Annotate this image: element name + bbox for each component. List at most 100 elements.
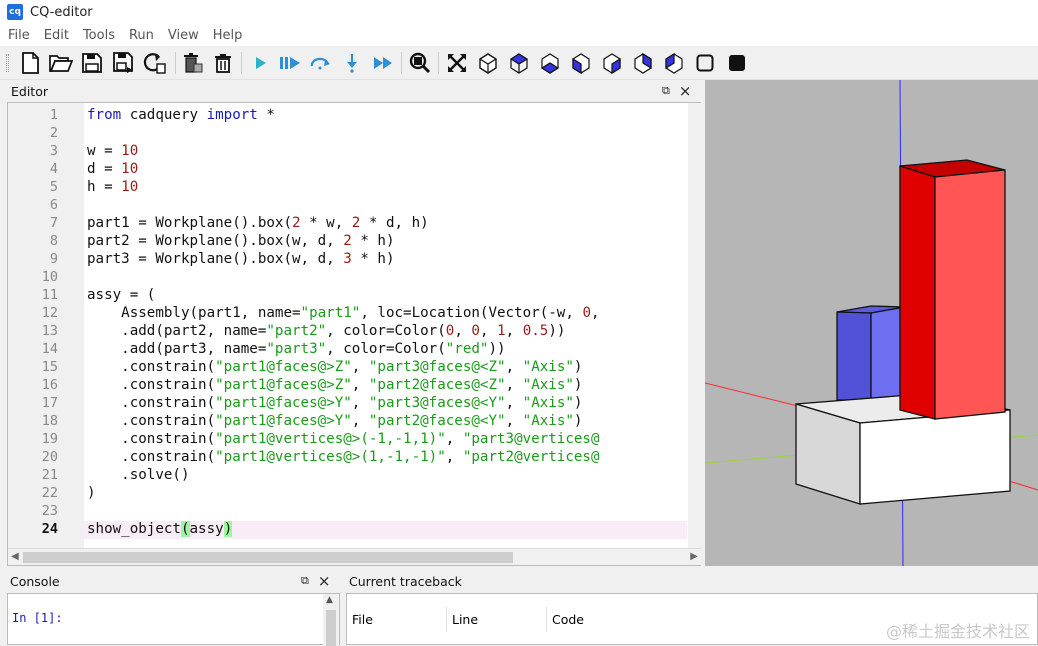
code-editor[interactable]: 1 2 3 4 5 6 7 8 9 10 11 12 13 14 15 16 17 18 19 20 21 22 23 24 … xyxy=(7,102,701,566)
menu-run[interactable]: Run xyxy=(124,28,163,43)
line-number-gutter: 1 2 3 4 5 6 7 8 9 10 11 12 13 14 15 16 17 18 19 20 21 22 23 24 xyxy=(8,103,84,548)
reload-button[interactable] xyxy=(142,51,168,75)
clear-button[interactable] xyxy=(180,51,206,75)
toolbar-separator xyxy=(241,52,242,74)
code-line[interactable]: ) xyxy=(87,484,96,502)
step-over-icon xyxy=(310,55,332,71)
code-line[interactable]: Assembly(part1, name="part1", loc=Locati… xyxy=(87,304,599,322)
continue-icon xyxy=(373,56,393,70)
new-file-icon xyxy=(20,52,40,74)
shaded-button[interactable] xyxy=(724,51,750,75)
save-button[interactable] xyxy=(79,51,105,75)
fit-all-button[interactable] xyxy=(444,51,470,75)
save-as-button[interactable] xyxy=(111,51,137,75)
left-view-button[interactable] xyxy=(630,51,656,75)
code-line[interactable]: w = 10 xyxy=(87,142,138,160)
code-line[interactable]: show_object(assy) xyxy=(87,520,233,538)
continue-button[interactable] xyxy=(370,51,396,75)
code-line[interactable]: part1 = Workplane().box(2 * w, 2 * d, h) xyxy=(87,214,429,232)
scrollbar-thumb[interactable] xyxy=(23,552,513,563)
run-button[interactable] xyxy=(247,51,273,75)
iso-view-button[interactable] xyxy=(475,51,501,75)
code-line[interactable]: .constrain("part1@vertices@>(1,-1,-1)", … xyxy=(87,448,599,466)
step-over-button[interactable] xyxy=(308,51,334,75)
bottom-view-button[interactable] xyxy=(537,51,563,75)
zoom-fit-icon xyxy=(409,52,431,74)
console-panel[interactable]: In [1]: ▲ xyxy=(7,593,340,646)
scrollbar-thumb[interactable] xyxy=(690,103,699,548)
console-title: Console xyxy=(10,573,60,589)
debug-button[interactable] xyxy=(277,51,303,75)
code-line[interactable]: assy = ( xyxy=(87,286,155,304)
menu-tools[interactable]: Tools xyxy=(78,28,124,43)
open-folder-icon xyxy=(49,53,73,73)
back-view-icon xyxy=(601,52,623,74)
step-in-icon xyxy=(344,53,360,73)
wireframe-button[interactable] xyxy=(692,51,718,75)
right-view-button[interactable] xyxy=(661,51,687,75)
line-number: 7 xyxy=(49,215,58,231)
line-number: 11 xyxy=(41,287,58,303)
float-icon[interactable]: ⧉ xyxy=(662,84,670,98)
line-number: 4 xyxy=(49,161,58,177)
front-view-button[interactable] xyxy=(568,51,594,75)
debug-icon xyxy=(279,55,301,71)
code-line[interactable]: .constrain("part1@faces@>Y", "part3@face… xyxy=(87,394,582,412)
step-in-button[interactable] xyxy=(339,51,365,75)
menu-help[interactable]: Help xyxy=(208,28,252,43)
code-line[interactable]: .constrain("part1@faces@>Y", "part2@face… xyxy=(87,412,582,430)
vertical-scrollbar[interactable]: ▲ xyxy=(323,594,339,646)
vertical-scrollbar[interactable] xyxy=(688,103,701,548)
close-icon[interactable]: × xyxy=(318,572,331,590)
line-number: 16 xyxy=(41,377,58,393)
wireframe-icon xyxy=(696,54,714,72)
delete-button[interactable] xyxy=(210,51,236,75)
top-view-button[interactable] xyxy=(506,51,532,75)
code-line[interactable]: .constrain("part1@faces@>Z", "part2@face… xyxy=(87,376,582,394)
horizontal-scrollbar[interactable]: ◀ ▶ xyxy=(8,548,701,565)
scrollbar-thumb[interactable] xyxy=(326,610,336,646)
code-area[interactable]: from cadquery import * w = 10 d = 10 h = 10… xyxy=(87,103,687,548)
scroll-right-icon[interactable]: ▶ xyxy=(690,551,698,562)
code-line[interactable]: from cadquery import * xyxy=(87,106,275,124)
editor-title: Editor xyxy=(11,83,48,99)
blue-part[interactable] xyxy=(836,305,906,401)
code-line[interactable]: part3 = Workplane().box(w, d, 3 * h) xyxy=(87,250,395,268)
code-line[interactable]: .add(part3, name="part3", color=Color("r… xyxy=(87,340,505,358)
back-view-button[interactable] xyxy=(599,51,625,75)
toolbar-separator xyxy=(175,52,176,74)
menu-file[interactable]: File xyxy=(0,28,39,43)
scroll-up-icon[interactable]: ▲ xyxy=(326,595,333,605)
code-line[interactable]: d = 10 xyxy=(87,160,138,178)
line-number: 3 xyxy=(49,143,58,159)
code-line[interactable]: h = 10 xyxy=(87,178,138,196)
column-header-file[interactable]: File xyxy=(347,607,447,632)
red-part[interactable] xyxy=(899,159,1006,420)
viewer-scene xyxy=(705,80,1038,566)
traceback-title: Current traceback xyxy=(349,573,462,589)
menu-bar: File Edit Tools Run View Help xyxy=(0,24,1038,46)
code-line[interactable]: .add(part2, name="part2", color=Color(0,… xyxy=(87,322,565,340)
3d-viewer[interactable] xyxy=(705,80,1038,566)
column-header-line[interactable]: Line xyxy=(447,607,547,632)
code-line[interactable]: .constrain("part1@faces@>Z", "part3@face… xyxy=(87,358,582,376)
zoom-fit-button[interactable] xyxy=(407,51,433,75)
code-line[interactable]: part2 = Workplane().box(w, d, 2 * h) xyxy=(87,232,395,250)
line-number: 12 xyxy=(41,305,58,321)
front-view-icon xyxy=(570,52,592,74)
clear-icon xyxy=(183,52,203,74)
open-button[interactable] xyxy=(48,51,74,75)
line-number: 20 xyxy=(41,449,58,465)
console-dock-title: Console xyxy=(1,571,339,591)
splitter[interactable] xyxy=(0,566,1038,570)
close-icon[interactable]: × xyxy=(679,82,692,100)
menu-edit[interactable]: Edit xyxy=(39,28,78,43)
float-icon[interactable]: ⧉ xyxy=(301,574,309,588)
menu-view[interactable]: View xyxy=(163,28,208,43)
toolbar-grip[interactable] xyxy=(6,54,9,72)
code-line[interactable]: .constrain("part1@vertices@>(-1,-1,1)", … xyxy=(87,430,599,448)
scroll-left-icon[interactable]: ◀ xyxy=(11,551,19,562)
code-line[interactable]: .solve() xyxy=(87,466,189,484)
window-title: CQ-editor xyxy=(30,4,93,20)
new-file-button[interactable] xyxy=(17,51,43,75)
